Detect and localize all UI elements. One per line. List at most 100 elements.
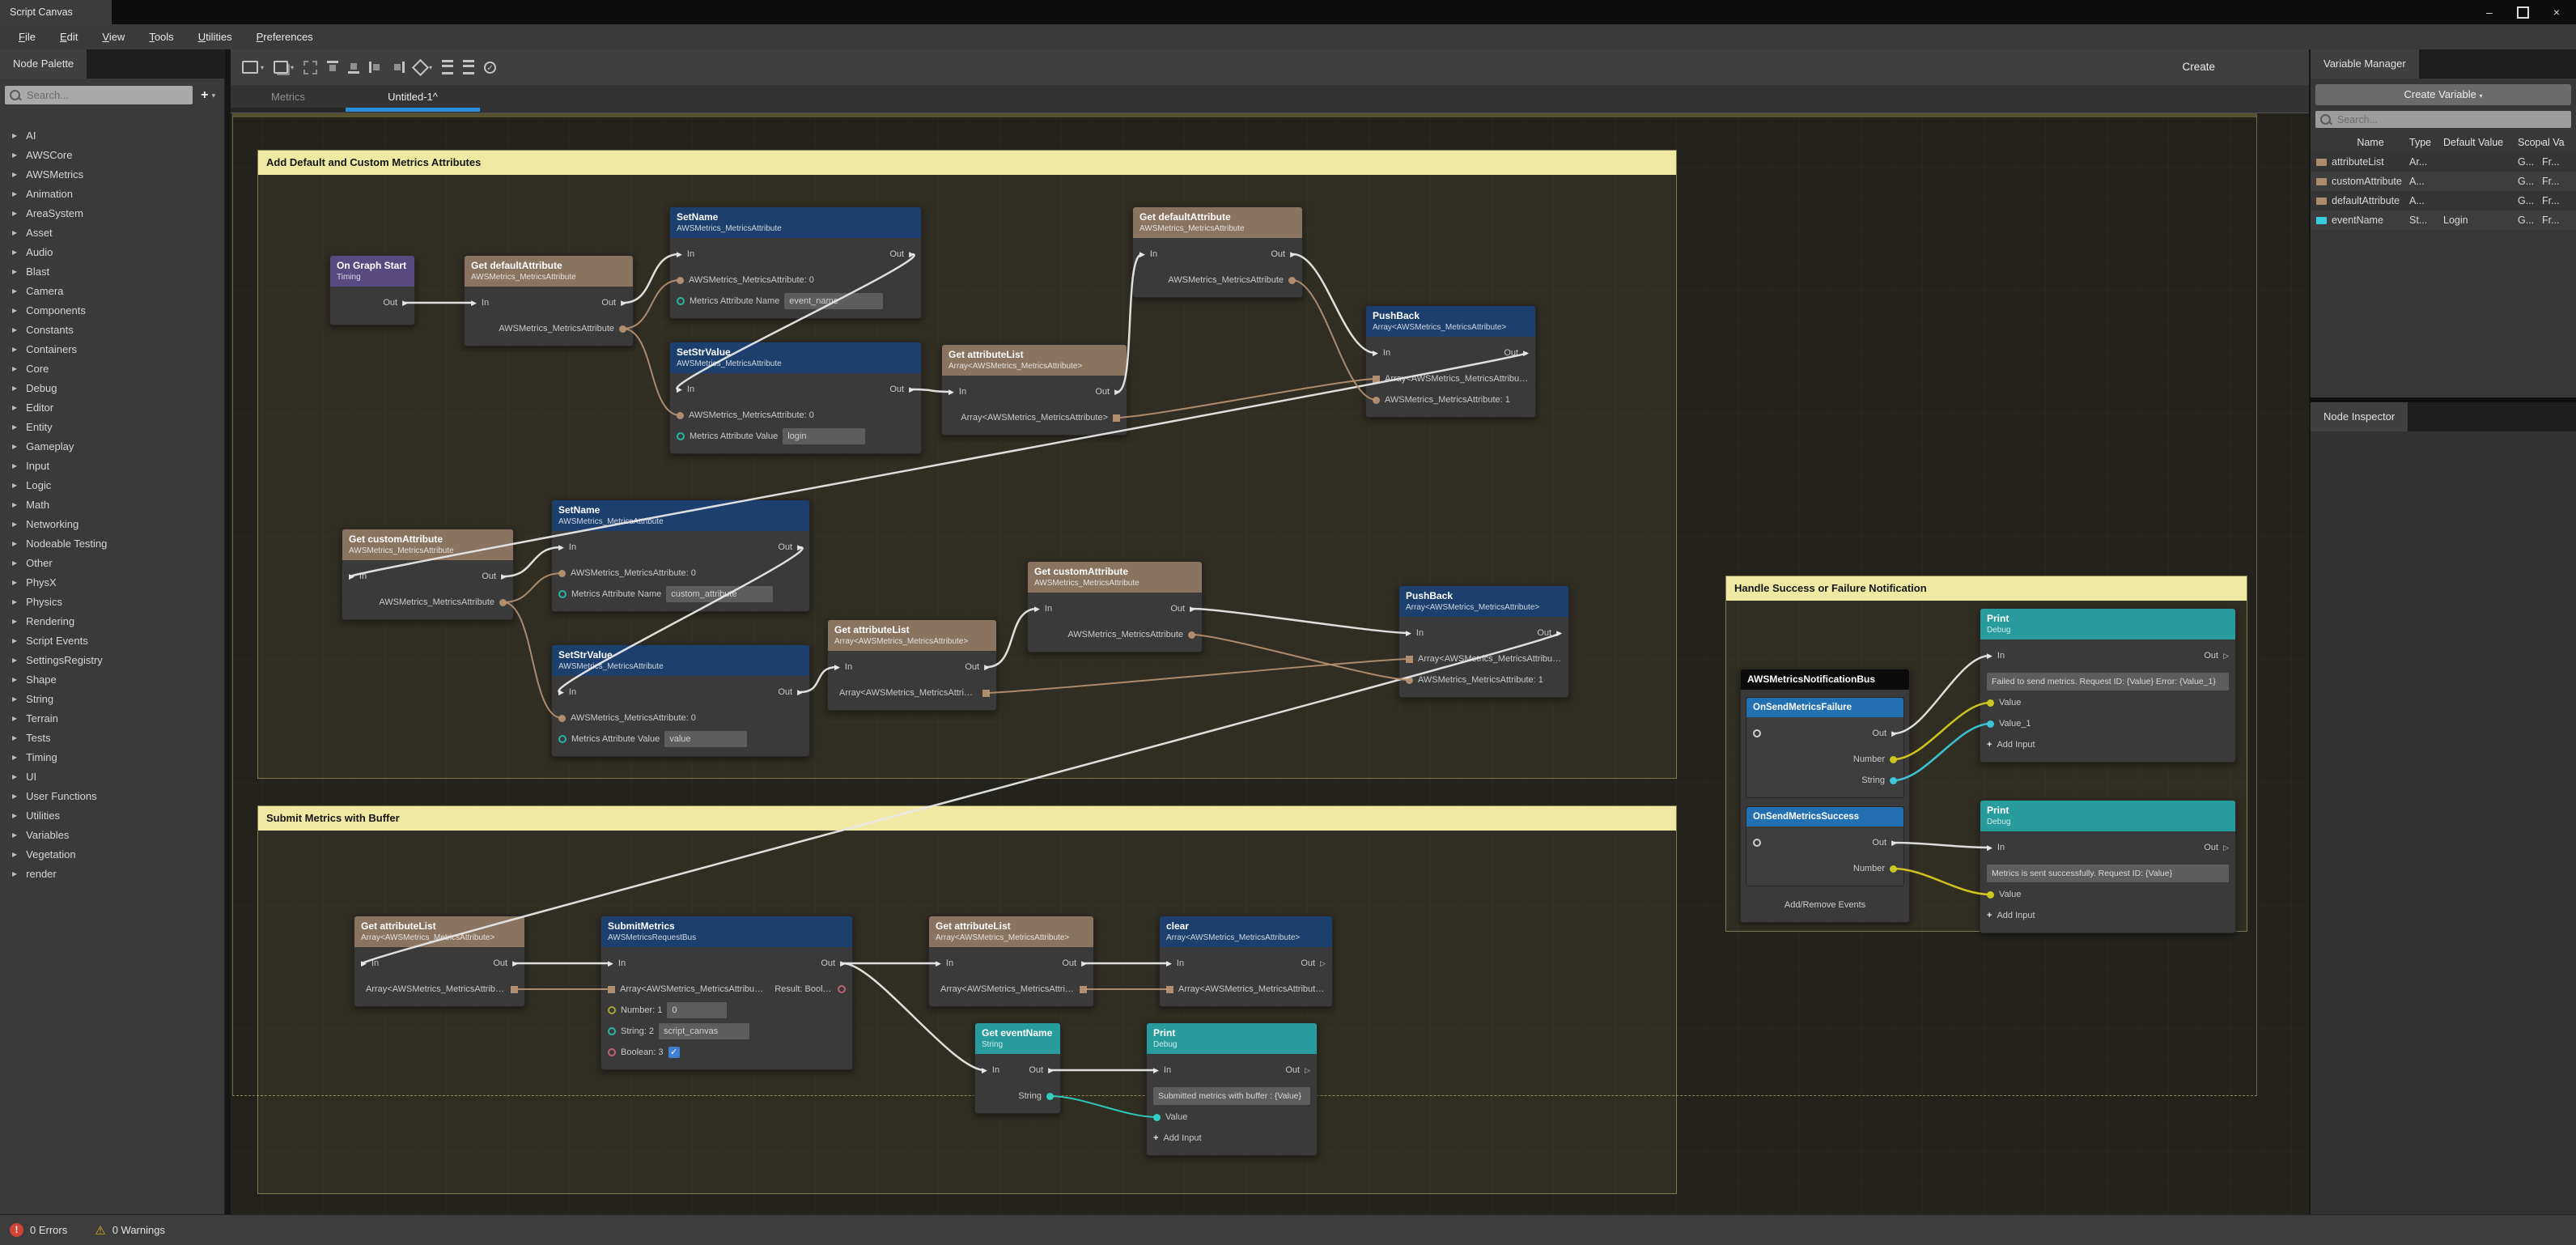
align-top-icon[interactable] (327, 61, 339, 74)
data-pin[interactable] (558, 714, 566, 722)
node-get-attributelist[interactable]: Get attributeList Array<AWSMetrics_Metric… (354, 916, 525, 1007)
exec-pin[interactable]: ▷ (2223, 652, 2229, 661)
palette-category-nodeable-testing[interactable]: ▶ Nodeable Testing (0, 533, 224, 553)
value-field[interactable]: value (664, 731, 748, 747)
palette-category-containers[interactable]: ▶ Containers (0, 339, 224, 359)
expand-arrow-icon[interactable]: ▶ (12, 365, 17, 372)
expand-arrow-icon[interactable]: ▶ (12, 559, 17, 567)
expand-arrow-icon[interactable]: ▶ (12, 210, 17, 217)
value-field[interactable]: custom_attribute (666, 586, 774, 602)
node-get-customattribute[interactable]: Get customAttribute AWSMetrics_MetricsAtt… (342, 529, 514, 620)
exec-pin[interactable]: ▶ (1987, 843, 1992, 852)
exec-pin[interactable]: ▶ (984, 663, 990, 672)
variable-manager-tab[interactable]: Variable Manager (2311, 49, 2419, 79)
screenshot-icon[interactable]: ▾ (411, 58, 432, 76)
data-pin-ring[interactable] (677, 297, 685, 305)
data-pin[interactable] (1046, 1092, 1054, 1100)
exec-pin[interactable]: ▶ (608, 959, 613, 968)
variable-row-eventname[interactable]: eventName St... Login G... Fr... (2311, 210, 2576, 230)
data-pin[interactable] (1987, 890, 1994, 899)
exec-pin[interactable]: ▶ (1891, 839, 1897, 848)
expand-arrow-icon[interactable]: ▶ (12, 656, 17, 664)
data-pin[interactable] (1373, 396, 1380, 404)
node-header[interactable]: clear Array<AWSMetrics_MetricsAttribute> (1160, 916, 1332, 947)
expand-arrow-icon[interactable]: ▶ (12, 307, 17, 314)
comment-icon[interactable]: ▾ (242, 61, 264, 74)
node-print[interactable]: Print Debug ▶ In Out ▷ Failed to send metrics.… (1980, 608, 2236, 763)
exec-pin[interactable]: ▷ (1320, 959, 1326, 968)
disable-icon[interactable] (303, 60, 318, 74)
menu-item-view[interactable]: View (90, 31, 137, 43)
palette-category-input[interactable]: ▶ Input (0, 456, 224, 475)
node-header[interactable]: Get attributeList Array<AWSMetrics_Metric… (828, 620, 996, 651)
align-left-icon[interactable] (369, 62, 382, 73)
expand-arrow-icon[interactable]: ▶ (12, 404, 17, 411)
data-pin[interactable] (1188, 631, 1195, 639)
exec-pin[interactable]: ▶ (834, 663, 840, 672)
close-icon[interactable]: × (2553, 6, 2560, 18)
palette-category-components[interactable]: ▶ Components (0, 300, 224, 320)
column-header[interactable]: Default Value (2443, 137, 2518, 148)
palette-category-settingsregistry[interactable]: ▶ SettingsRegistry (0, 650, 224, 669)
exec-pin[interactable]: ▶ (1166, 959, 1172, 968)
expand-arrow-icon[interactable]: ▶ (12, 734, 17, 741)
column-header[interactable]: Name (2332, 137, 2409, 148)
data-pin[interactable] (1406, 655, 1413, 663)
variable-row-attributelist[interactable]: attributeList Ar... G... Fr... (2311, 152, 2576, 172)
palette-category-math[interactable]: ▶ Math (0, 495, 224, 514)
palette-category-animation[interactable]: ▶ Animation (0, 184, 224, 203)
exec-pin[interactable]: ▶ (1556, 629, 1562, 638)
data-pin[interactable] (608, 985, 615, 993)
node-palette-tab[interactable]: Node Palette (0, 49, 87, 79)
data-pin-ring[interactable] (558, 735, 567, 743)
expand-arrow-icon[interactable]: ▶ (12, 229, 17, 236)
exec-pin[interactable]: ▶ (982, 1066, 987, 1075)
exec-pin[interactable]: ▶ (936, 959, 941, 968)
palette-category-camera[interactable]: ▶ Camera (0, 281, 224, 300)
node-clear[interactable]: clear Array<AWSMetrics_MetricsAttribute> ▶… (1159, 916, 1333, 1007)
palette-category-entity[interactable]: ▶ Entity (0, 417, 224, 436)
node-header[interactable]: Get customAttribute AWSMetrics_MetricsAtt… (342, 529, 513, 560)
expand-arrow-icon[interactable]: ▶ (12, 598, 17, 606)
node-header[interactable]: AWSMetricsNotificationBus (1741, 669, 1909, 690)
data-pin[interactable] (1373, 375, 1380, 383)
palette-category-constants[interactable]: ▶ Constants (0, 320, 224, 339)
exec-pin[interactable]: ▶ (1081, 959, 1087, 968)
data-pin-ring[interactable] (838, 985, 846, 993)
node-header[interactable]: SubmitMetrics AWSMetricsRequestBus (601, 916, 852, 947)
node-get-attributelist[interactable]: Get attributeList Array<AWSMetrics_Metric… (941, 344, 1127, 436)
exec-pin[interactable]: ▶ (909, 250, 915, 259)
exec-pin[interactable]: ▶ (797, 688, 803, 697)
exec-pin[interactable]: ▶ (1139, 250, 1145, 259)
data-pin[interactable] (982, 689, 990, 697)
data-pin-ring[interactable] (608, 1027, 616, 1035)
palette-category-string[interactable]: ▶ String (0, 689, 224, 708)
node-get-attributelist[interactable]: Get attributeList Array<AWSMetrics_Metric… (928, 916, 1094, 1007)
add-input-icon[interactable]: + (1987, 740, 1992, 750)
data-pin[interactable] (499, 598, 507, 606)
menu-item-preferences[interactable]: Preferences (244, 31, 325, 43)
expand-arrow-icon[interactable]: ▶ (12, 540, 17, 547)
expand-arrow-icon[interactable]: ▶ (12, 812, 17, 819)
node-header[interactable]: Print Debug (1980, 609, 2235, 639)
expand-arrow-icon[interactable]: ▶ (12, 326, 17, 334)
exec-pin[interactable]: ▶ (1373, 349, 1378, 358)
variable-search[interactable] (2315, 111, 2571, 128)
errors-status[interactable]: ! 0 Errors (10, 1223, 67, 1237)
exec-pin[interactable]: ▶ (1523, 349, 1529, 358)
group-title[interactable]: Add Default and Custom Metrics Attribute… (258, 151, 1676, 175)
exec-pin[interactable]: ▶ (1153, 1066, 1159, 1075)
expand-arrow-icon[interactable]: ▶ (12, 132, 17, 139)
palette-category-variables[interactable]: ▶ Variables (0, 825, 224, 844)
expand-arrow-icon[interactable]: ▶ (12, 754, 17, 761)
expand-arrow-icon[interactable]: ▶ (12, 462, 17, 470)
add-input-row[interactable]: + Add Input (1147, 1128, 1317, 1149)
exec-pin[interactable]: ▶ (1290, 250, 1296, 259)
column-header[interactable]: al Va (2542, 137, 2576, 148)
node-pushback[interactable]: PushBack Array<AWSMetrics_MetricsAttribut… (1398, 585, 1569, 698)
unordered-list-icon[interactable] (463, 60, 475, 74)
node-on-graph-start[interactable]: On Graph Start Timing Out ▶ (329, 255, 415, 325)
expand-arrow-icon[interactable]: ▶ (12, 423, 17, 431)
group-icon[interactable]: ▾ (274, 61, 294, 74)
palette-category-user-functions[interactable]: ▶ User Functions (0, 786, 224, 805)
